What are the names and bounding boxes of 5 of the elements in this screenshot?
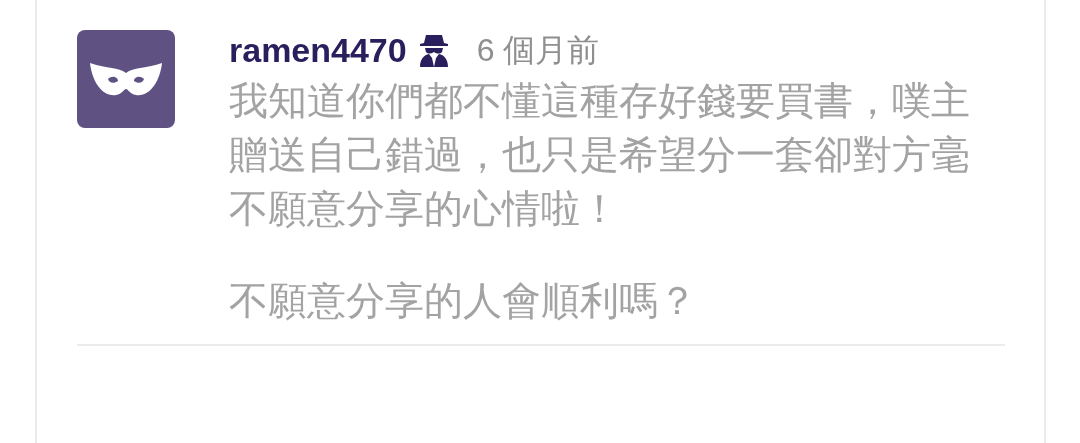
username[interactable]: ramen4470 [229,33,407,67]
comment-text: 不願意分享的人會順利嗎？ [229,278,698,324]
avatar[interactable] [77,30,175,128]
timestamp: 6 個月前 [476,34,600,66]
comment-text: 我知道你們都不懂這種存好錢要買書，噗主贈送自己錯過，也只是希望分一套卻對方毫不願意分享的心情啦！ [229,78,971,232]
